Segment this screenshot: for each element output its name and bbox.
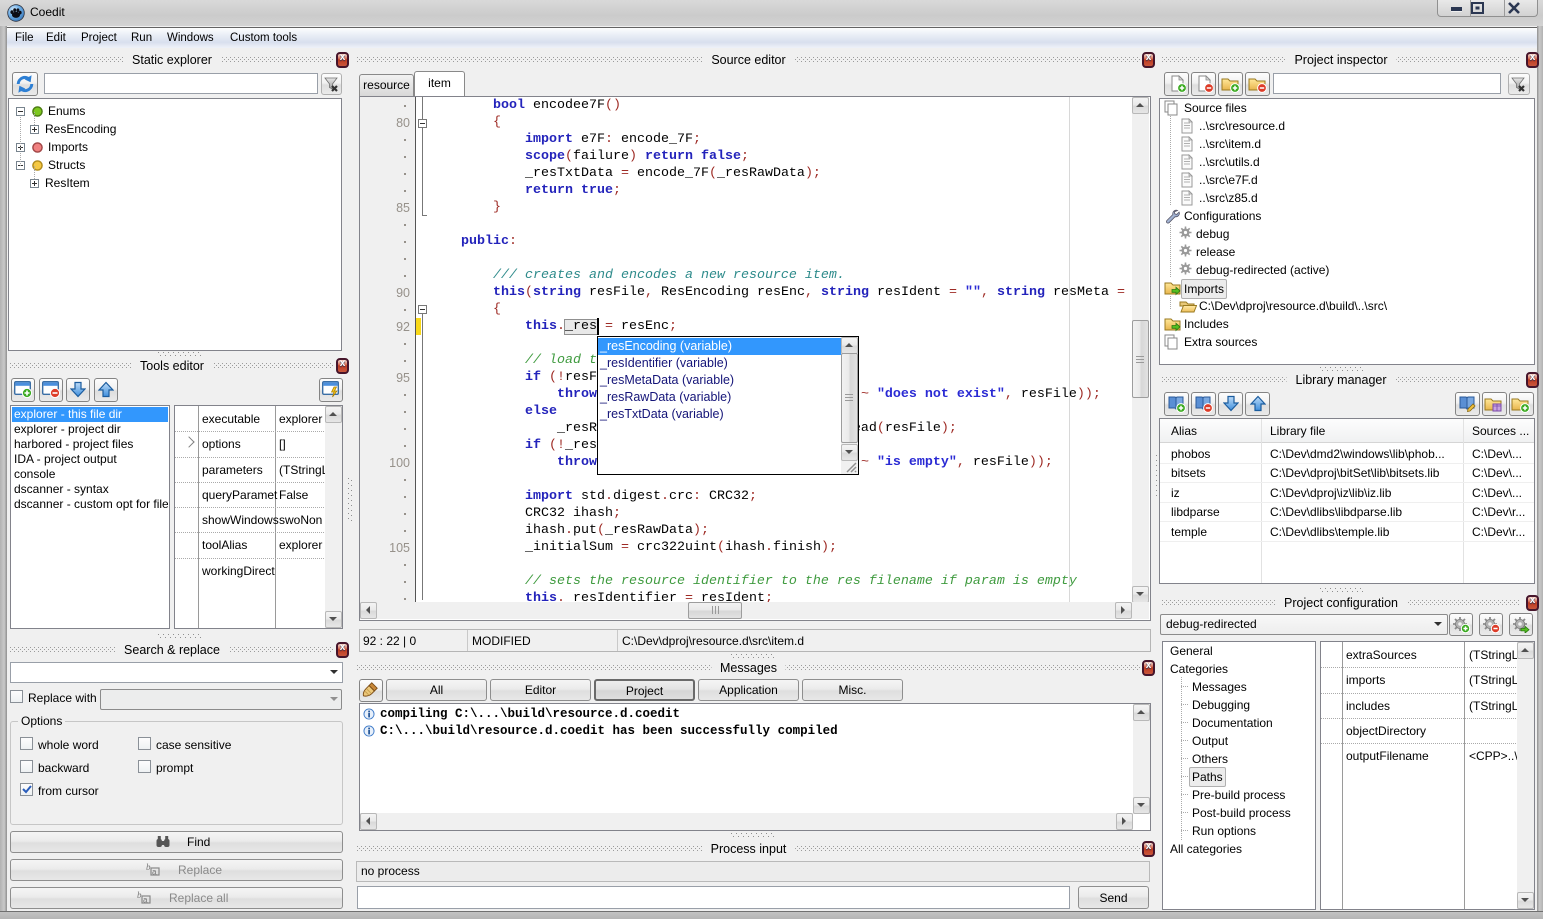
svg-text:a: a [152, 868, 157, 877]
svg-text:a: a [143, 896, 148, 905]
svg-text:b: b [146, 862, 151, 872]
svg-text:b: b [137, 890, 142, 900]
